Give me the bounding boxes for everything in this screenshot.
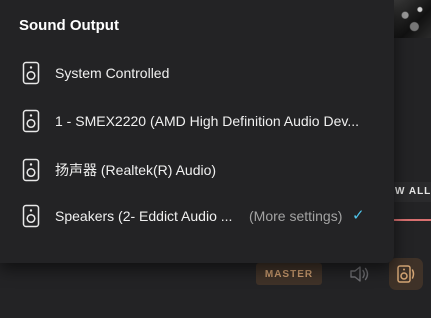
device-label: System Controlled xyxy=(55,65,170,81)
device-item-smex2220[interactable]: 1 - SMEX2220 (AMD High Definition Audio … xyxy=(0,99,394,143)
popup-title: Sound Output xyxy=(19,17,119,34)
speaker-icon xyxy=(22,158,40,182)
album-artwork[interactable] xyxy=(394,0,431,38)
device-label: 扬声器 (Realtek(R) Audio) xyxy=(55,162,217,178)
sound-output-popup: Sound Output System Controlled 1 - SMEX2… xyxy=(0,0,394,263)
view-all-button[interactable]: W ALL xyxy=(393,182,431,202)
sound-output-button[interactable] xyxy=(389,258,423,290)
device-item-eddict-speakers[interactable]: Speakers (2- Eddict Audio ... (More sett… xyxy=(0,194,394,238)
volume-button[interactable] xyxy=(347,262,373,286)
speaker-icon xyxy=(22,109,40,133)
device-label: Speakers (2- Eddict Audio ... xyxy=(55,208,233,224)
device-item-realtek[interactable]: 扬声器 (Realtek(R) Audio) xyxy=(0,148,394,192)
device-item-system-controlled[interactable]: System Controlled xyxy=(0,51,394,95)
speaker-icon xyxy=(22,204,40,228)
device-label: 1 - SMEX2220 (AMD High Definition Audio … xyxy=(55,113,359,129)
more-settings-link[interactable]: (More settings) xyxy=(249,194,342,238)
speaker-output-icon xyxy=(397,265,415,283)
check-icon: ✓ xyxy=(352,207,365,224)
app-window: W ALL MASTER Sound Output System Control… xyxy=(0,0,431,318)
master-quality-badge[interactable]: MASTER xyxy=(256,263,322,285)
volume-icon xyxy=(350,266,369,282)
progress-bar[interactable] xyxy=(393,219,431,221)
speaker-icon xyxy=(22,61,40,85)
